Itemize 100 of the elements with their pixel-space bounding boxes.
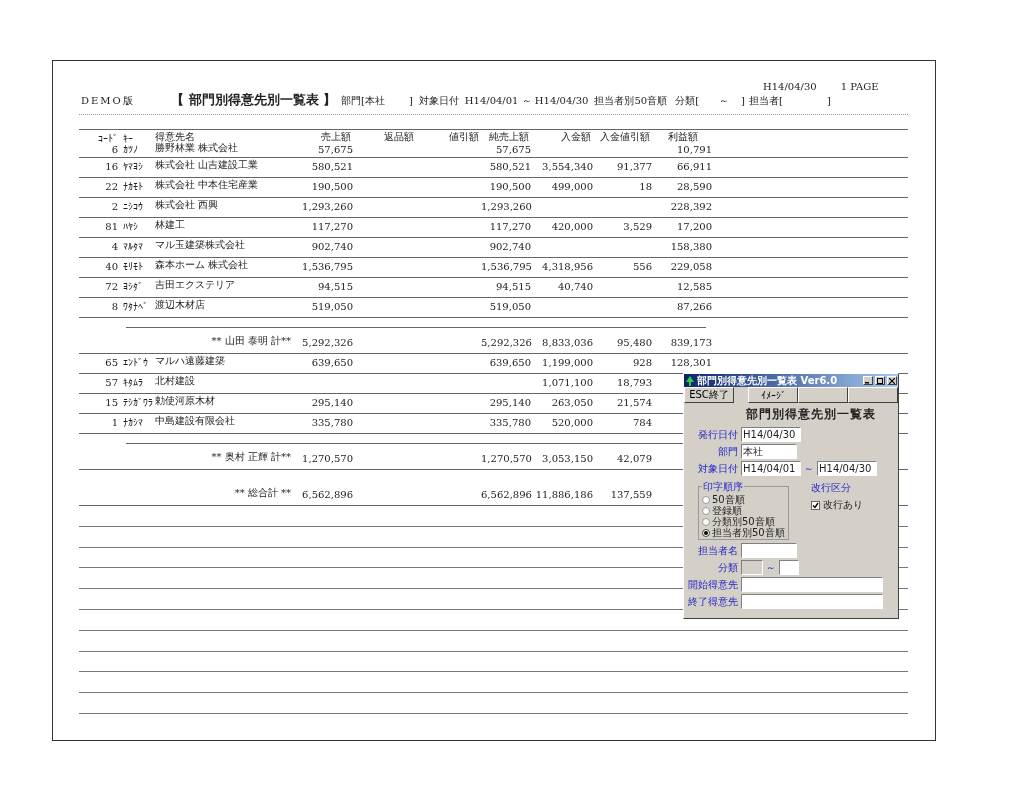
table-cell-text: 15 <box>104 397 119 408</box>
field-label: 終了得意先 <box>687 594 738 609</box>
tilde: ～ <box>766 560 776 575</box>
field-label: 分類 <box>717 560 738 575</box>
toolbar-button[interactable]: ｲﾒｰｼﾞ <box>748 387 798 403</box>
table-cell: 5,292,326 <box>301 337 353 348</box>
option-label: 担当者別50音順 <box>712 526 785 540</box>
table-cell-text: ﾜﾀﾅﾍﾞ <box>123 301 149 312</box>
column-header: 入金値引額 <box>599 130 651 144</box>
radio-button[interactable] <box>702 496 710 504</box>
table-cell-text: 117,270 <box>310 221 353 232</box>
date-field[interactable]: H14/04/30 <box>817 461 877 476</box>
table-cell-text: 森本ホーム 株式会社 <box>155 258 250 272</box>
table-cell-text: ﾏﾙﾀﾏ <box>123 241 144 252</box>
table-cell-text: 556 <box>631 261 652 272</box>
table-cell-text: 580,521 <box>488 161 531 172</box>
table-cell-text: 228,392 <box>669 201 712 212</box>
radio-button[interactable] <box>702 507 710 515</box>
tilde: ～ <box>804 461 814 476</box>
table-cell-text: ｶﾂﾉ <box>123 144 139 155</box>
radio-button[interactable] <box>702 518 710 526</box>
table-cell-text: 87,266 <box>676 301 712 312</box>
table-cell-text: ﾓﾘﾓﾄ <box>123 261 144 272</box>
category-field[interactable] <box>779 560 799 575</box>
toolbar-button[interactable]: ESC終了 <box>684 387 734 403</box>
table-cell-text: 6 <box>110 144 119 155</box>
customer-field[interactable] <box>741 577 883 592</box>
table-cell-text: 8,833,036 <box>541 337 593 348</box>
table-cell-text: 519,050 <box>310 301 353 312</box>
sort-order: 担当者別50音順 <box>594 94 668 108</box>
table-cell-text: 190,500 <box>310 181 353 192</box>
toolbar-button[interactable] <box>798 387 848 403</box>
table-cell-text: 263,050 <box>550 397 593 408</box>
table-cell: 5,292,326 <box>481 337 531 348</box>
table-cell-text: 420,000 <box>550 221 593 232</box>
department-field[interactable]: 本社 <box>741 444 797 459</box>
table-cell-text: 18,793 <box>616 377 652 388</box>
close-button[interactable] <box>887 376 897 385</box>
date-field[interactable]: H14/04/30 <box>741 427 801 442</box>
table-cell-text: 勅使河原木材 <box>155 394 216 408</box>
customer-field[interactable] <box>741 594 883 609</box>
table-cell-text: 1 <box>110 417 119 428</box>
table-cell-text: 株式会社 山吉建設工業 <box>155 158 260 172</box>
table-cell-text: 10,791 <box>676 144 712 155</box>
table-cell-text: 94,515 <box>317 281 353 292</box>
table-cell: 1,293,260 <box>301 201 353 212</box>
subtotal-label: ** 奥村 正輝 計** <box>210 450 292 464</box>
bracket: ] <box>741 95 745 106</box>
table-cell-text: 57 <box>104 377 119 388</box>
table-cell-text: 639,650 <box>310 357 353 368</box>
date-field[interactable]: H14/04/01 <box>741 461 801 476</box>
table-cell-text: 335,780 <box>310 417 353 428</box>
table-cell-text: 12,585 <box>676 281 712 292</box>
table-cell-text: 3,554,340 <box>541 161 593 172</box>
table-cell-text: 林建工 <box>155 218 186 232</box>
demo-label: DEMO版 <box>81 94 136 108</box>
table-cell-text: 18 <box>638 181 652 192</box>
table-cell-text: 335,780 <box>488 417 531 428</box>
maximize-icon <box>877 377 883 384</box>
table-cell-text: 中島建設有限会社 <box>155 414 236 428</box>
table-cell-text: 1,199,000 <box>541 357 593 368</box>
table-cell-text: 1,071,100 <box>541 377 593 388</box>
table-cell-text: ﾔﾏﾖｼ <box>123 161 144 172</box>
table-cell-text: 3,053,150 <box>541 453 593 464</box>
table-cell-text: 22 <box>104 181 119 192</box>
period-range: H14/04/01 ～ H14/04/30 <box>464 94 589 108</box>
table-cell-text: 渡辺木材店 <box>155 298 206 312</box>
table-cell-text: ｴﾝﾄﾞｳ <box>123 357 149 368</box>
column-header: 得意先名 <box>155 130 196 143</box>
issue-date: H14/04/30 <box>763 81 817 92</box>
table-cell-text: 42,079 <box>616 453 652 464</box>
table-cell-text: 株式会社 中本住宅産業 <box>155 178 260 192</box>
minimize-button[interactable] <box>863 376 873 385</box>
column-header: ｷｰ <box>123 133 134 144</box>
column-header: 純売上額 <box>488 130 530 144</box>
table-cell-text: 21,574 <box>616 397 652 408</box>
page-number: 1 PAGE <box>840 81 879 92</box>
toolbar-button[interactable] <box>848 387 898 403</box>
table-cell-text: 580,521 <box>310 161 353 172</box>
table-cell-text: 40,740 <box>557 281 593 292</box>
field-label: 開始得意先 <box>687 577 738 592</box>
radio-button[interactable] <box>702 529 710 537</box>
field-label: 部門 <box>717 444 738 459</box>
column-header: 入金額 <box>560 130 592 144</box>
maximize-button[interactable] <box>875 376 885 385</box>
table-cell-text: 158,380 <box>669 241 712 252</box>
table-cell-text: 295,140 <box>310 397 353 408</box>
checkbox[interactable] <box>810 500 820 510</box>
table-cell-text: 72 <box>104 281 119 292</box>
column-header: 返品額 <box>383 130 415 144</box>
table-cell-text: 2 <box>110 201 119 212</box>
window-title: 部門別得意先別一覧表 Ver6.0 <box>697 373 839 388</box>
staff-field[interactable] <box>741 543 797 558</box>
table-cell-text: 17,200 <box>676 221 712 232</box>
close-icon <box>889 377 895 384</box>
table-cell-text: 784 <box>631 417 652 428</box>
field-label: 担当者名 <box>697 543 738 558</box>
bracket: ] <box>408 95 413 106</box>
table-cell-text: 40 <box>104 261 119 272</box>
table-cell: 1,270,570 <box>481 453 531 464</box>
